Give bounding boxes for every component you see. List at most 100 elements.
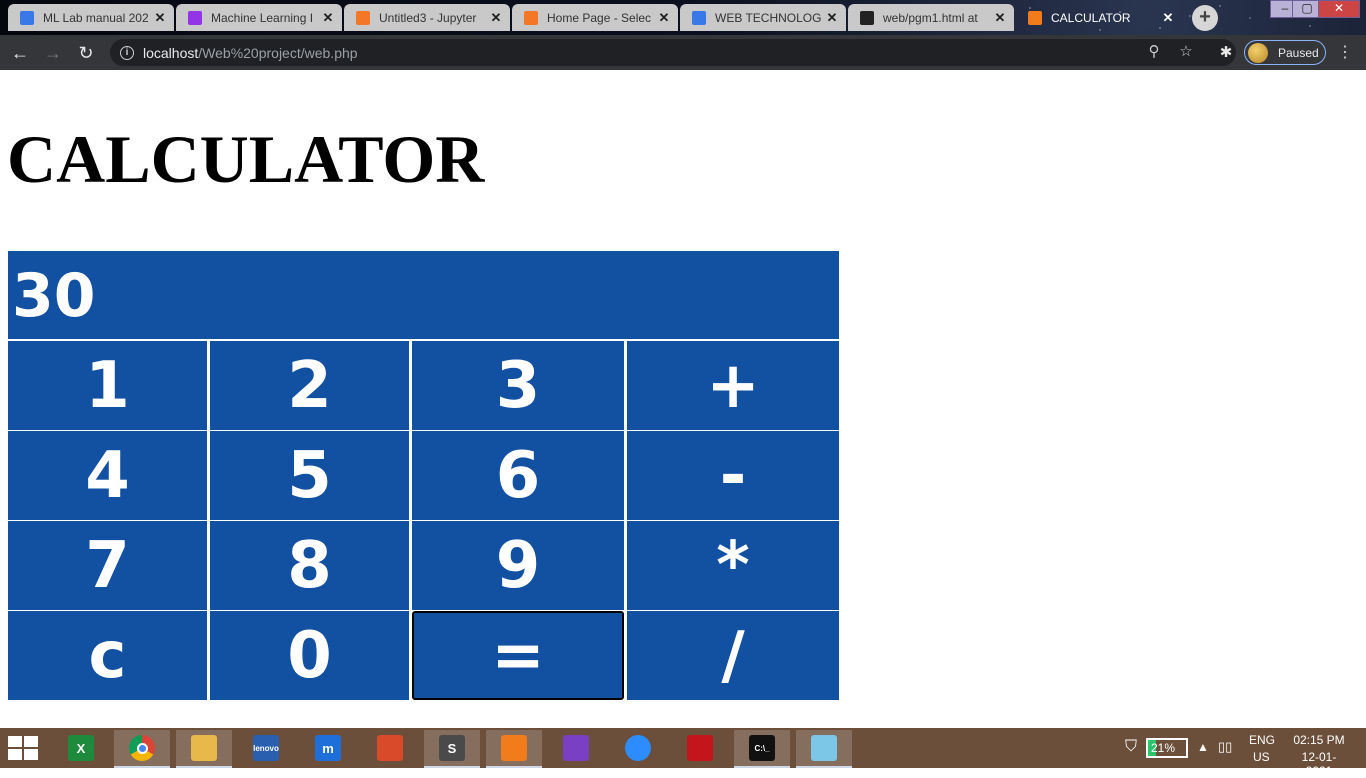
new-tab-button[interactable]: +	[1192, 5, 1218, 31]
zoom-icon[interactable]: ⚲	[1144, 42, 1164, 62]
xampp-icon	[1028, 10, 1042, 25]
address-bar[interactable]: i localhost/Web%20project/web.php ⚲ ☆	[110, 39, 1236, 66]
google-classroom-icon	[20, 10, 34, 25]
chevron-up-icon[interactable]: ▲	[1197, 740, 1209, 754]
key-minus-button[interactable]: -	[627, 431, 839, 520]
sublime-text-icon: S	[439, 735, 465, 761]
region-code: US	[1253, 750, 1270, 764]
taskbar-sublime-text-button[interactable]: S	[424, 730, 480, 768]
security-shield-icon[interactable]: ⛉	[1125, 738, 1137, 756]
maxthon-icon: m	[315, 735, 341, 761]
command-prompt-glyph: C:\_	[754, 743, 770, 753]
taskbar-acrobat-button[interactable]	[672, 730, 728, 766]
clock[interactable]: 02:15 PM 12-01-2021	[1289, 733, 1349, 778]
taskbar-remote-app-button[interactable]	[362, 730, 418, 766]
key-0-button[interactable]: 0	[210, 611, 409, 700]
taskbar-chrome-button[interactable]	[114, 730, 170, 768]
profile-button[interactable]: Paused	[1244, 40, 1326, 65]
reload-icon[interactable]: ↻	[74, 41, 98, 65]
key-plus-button[interactable]: +	[627, 341, 839, 430]
browser-tab[interactable]: ML Lab manual 202 ✕	[8, 4, 174, 31]
taskbar-xampp-button[interactable]	[486, 730, 542, 768]
excel-icon: X	[68, 735, 94, 761]
jupyter-icon	[356, 10, 370, 25]
command-prompt-icon: C:\_	[749, 735, 775, 761]
taskbar-command-prompt-button[interactable]: C:\_	[734, 730, 790, 768]
google-classroom-icon	[188, 10, 202, 25]
taskbar-notepad-button[interactable]	[796, 730, 852, 768]
key-1-button[interactable]: 1	[8, 341, 207, 430]
url-host: localhost	[143, 44, 199, 61]
windows-start-icon[interactable]	[8, 736, 38, 760]
key-8-button[interactable]: 8	[210, 521, 409, 610]
browser-tab-strip: ML Lab manual 202 ✕ Machine Learning I ✕ Unt…	[0, 0, 1366, 35]
tab-title: WEB TECHNOLOG	[715, 10, 822, 25]
tab-close-icon[interactable]: ✕	[824, 10, 840, 26]
network-icon[interactable]: ▯▯	[1218, 739, 1232, 755]
key-equals-button[interactable]: =	[412, 611, 624, 700]
battery-percent: 21%	[1151, 741, 1176, 755]
browser-tab[interactable]: Home Page - Selec ✕	[512, 4, 678, 31]
tab-close-icon[interactable]: ✕	[488, 10, 504, 26]
close-window-button[interactable]: ✕	[1318, 0, 1360, 18]
site-info-icon[interactable]: i	[120, 45, 134, 60]
key-multiply-button[interactable]: *	[627, 521, 839, 610]
key-3-button[interactable]: 3	[412, 341, 624, 430]
xampp-icon	[501, 735, 527, 761]
profile-status: Paused	[1278, 45, 1319, 60]
key-2-button[interactable]: 2	[210, 341, 409, 430]
key-7-button[interactable]: 7	[8, 521, 207, 610]
taskbar-file-explorer-button[interactable]	[176, 730, 232, 768]
clock-date: 12-01-2021	[1301, 750, 1337, 778]
browser-tab[interactable]: Untitled3 - Jupyter ✕	[344, 4, 510, 31]
extensions-puzzle-icon[interactable]: ✱	[1214, 41, 1238, 65]
tab-title: Machine Learning I	[211, 10, 314, 25]
key-6-button[interactable]: 6	[412, 431, 624, 520]
browser-tab[interactable]: Machine Learning I ✕	[176, 4, 342, 31]
zoom-icon	[625, 735, 651, 761]
maxthon-glyph: m	[322, 740, 334, 756]
browser-tab[interactable]: web/pgm1.html at ✕	[848, 4, 1014, 31]
lenovo-icon: lenovo	[253, 735, 279, 761]
tab-close-icon[interactable]: ✕	[152, 10, 168, 26]
bookmark-star-icon[interactable]: ☆	[1176, 42, 1196, 62]
language-code: ENG	[1249, 733, 1276, 747]
browser-tab[interactable]: CALCULATOR ✕	[1016, 4, 1182, 31]
tab-close-icon[interactable]: ✕	[656, 10, 672, 26]
excel-glyph: X	[76, 740, 86, 756]
key-9-button[interactable]: 9	[412, 521, 624, 610]
chrome-icon	[129, 735, 155, 761]
url-path: /Web%20project/web.php	[198, 44, 358, 61]
battery-indicator[interactable]: 21%	[1146, 738, 1188, 758]
browser-tab[interactable]: WEB TECHNOLOG ✕	[680, 4, 846, 31]
tab-title: Untitled3 - Jupyter	[379, 10, 477, 25]
lenovo-glyph: lenovo	[253, 743, 279, 753]
acrobat-icon	[687, 735, 713, 761]
key-4-button[interactable]: 4	[8, 431, 207, 520]
more-menu-icon[interactable]: ⋮	[1336, 42, 1354, 62]
tab-close-icon[interactable]: ✕	[1160, 10, 1176, 26]
avatar	[1248, 42, 1268, 63]
taskbar-lenovo-button[interactable]: lenovo	[238, 730, 294, 766]
visual-studio-icon	[563, 735, 589, 761]
loading-spinner-icon	[524, 10, 538, 25]
key-clear-button[interactable]: c	[8, 611, 207, 700]
tab-close-icon[interactable]: ✕	[320, 10, 336, 26]
tab-close-icon[interactable]: ✕	[992, 10, 1008, 26]
language-indicator[interactable]: ENG US	[1249, 733, 1275, 764]
notepad-icon	[811, 735, 837, 761]
taskbar-zoom-button[interactable]	[610, 730, 666, 766]
taskbar-excel-button[interactable]: X	[53, 730, 109, 766]
file-explorer-icon	[191, 735, 217, 761]
key-divide-button[interactable]: /	[627, 611, 839, 700]
tab-title: Home Page - Selec	[547, 10, 652, 25]
windows-taskbar: Xlenovo m S C:\_ ⛉ 21% ▲ ▯▯ ENG US 02:15 PM…	[0, 728, 1366, 778]
back-arrow-icon[interactable]: ←	[8, 41, 32, 65]
clock-time: 02:15 PM	[1293, 733, 1345, 747]
key-5-button[interactable]: 5	[210, 431, 409, 520]
forward-arrow-icon[interactable]: →	[41, 41, 65, 65]
taskbar-visual-studio-button[interactable]	[548, 730, 604, 766]
taskbar-maxthon-button[interactable]: m	[300, 730, 356, 766]
github-icon	[860, 10, 874, 25]
calculator: 30 1 2 3 +4 5 6- 7 8 9 * c 0 = /	[8, 251, 839, 700]
